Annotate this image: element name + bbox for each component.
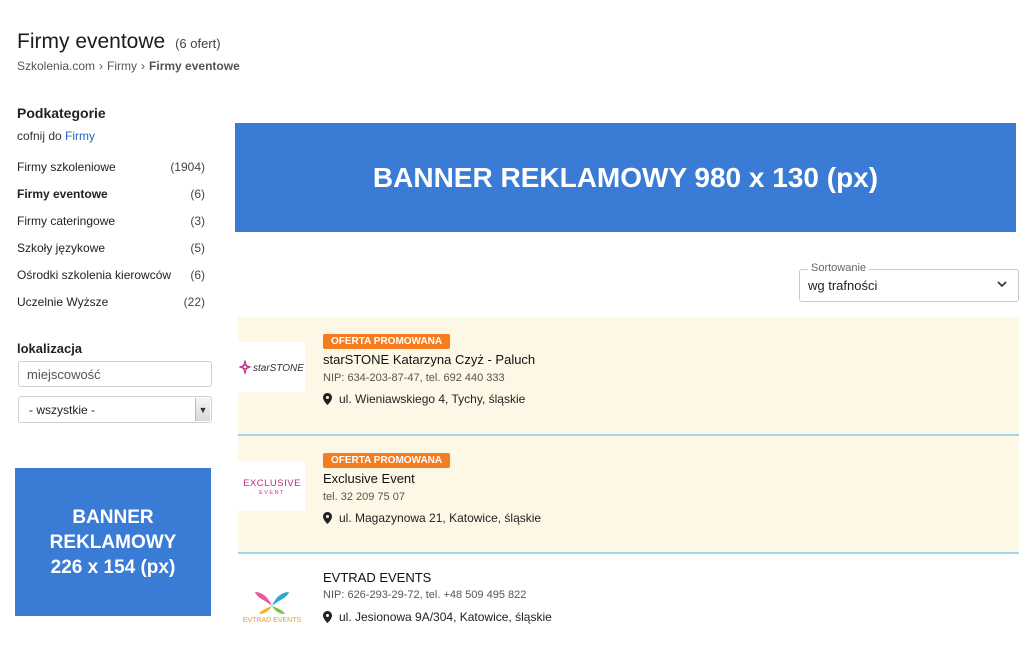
promoted-badge: OFERTA PROMOWANA	[323, 453, 451, 468]
subcategory-label: Szkoły językowe	[17, 241, 106, 255]
sort-value: wg trafności	[808, 278, 878, 293]
starstone-logo-icon: starSTONE	[238, 359, 304, 375]
back-link-row: cofnij do Firmy	[17, 129, 95, 143]
logo-subtext: EVENT	[259, 490, 285, 496]
side-banner-line: REKLAMOWY	[49, 531, 177, 553]
subcategory-item-firmy-cateringowe[interactable]: Firmy cateringowe (3)	[17, 208, 205, 235]
company-name[interactable]: starSTONE Katarzyna Czyż - Paluch	[323, 352, 535, 367]
company-logo[interactable]: starSTONE	[238, 342, 305, 392]
breadcrumb-home[interactable]: Szkolenia.com	[17, 59, 95, 73]
location-title: lokalizacja	[17, 341, 83, 356]
region-select[interactable]: - wszystkie - ▼	[18, 396, 212, 423]
company-contact: NIP: 634-203-87-47, tel. 692 440 333	[323, 372, 505, 384]
page-title: Firmy eventowe (6 ofert)	[17, 30, 221, 54]
evtrad-logo-icon: EVTRAD EVENTS	[242, 592, 301, 624]
offer-count: (6 ofert)	[175, 36, 221, 51]
exclusive-event-logo-icon: EXCLUSIVE EVENT	[243, 478, 301, 496]
subcategory-count: (3)	[190, 214, 205, 228]
company-logo[interactable]: EVTRAD EVENTS	[238, 582, 305, 626]
breadcrumb-separator: ›	[141, 59, 146, 73]
sort-select[interactable]: Sortowanie wg trafności	[799, 262, 1019, 302]
company-name[interactable]: EVTRAD EVENTS	[323, 570, 431, 585]
address-text: ul. Wieniawskiego 4, Tychy, śląskie	[339, 392, 526, 406]
listing-item[interactable]: EVTRAD EVENTS EVTRAD EVENTS NIP: 626-293…	[238, 554, 1019, 662]
logo-text: EXCLUSIVE	[243, 478, 301, 489]
select-arrow-icon[interactable]: ▼	[195, 398, 210, 421]
chevron-down-icon	[997, 281, 1007, 288]
subcategory-label: Firmy szkoleniowe	[17, 160, 116, 174]
company-address: ul. Jesionowa 9A/304, Katowice, śląskie	[323, 610, 552, 624]
company-logo[interactable]: EXCLUSIVE EVENT	[238, 461, 305, 511]
subcategory-item-osrodki-szkolenia[interactable]: Ośrodki szkolenia kierowców (6)	[17, 262, 205, 289]
subcategory-count: (6)	[190, 187, 205, 201]
listing-item[interactable]: starSTONE OFERTA PROMOWANA starSTONE Kat…	[238, 317, 1019, 436]
subcategory-item-uczelnie-wyzsze[interactable]: Uczelnie Wyższe (22)	[17, 289, 205, 316]
city-input[interactable]	[18, 361, 212, 387]
side-banner-line: BANNER	[72, 506, 154, 528]
company-name[interactable]: Exclusive Event	[323, 471, 415, 486]
subcategories-title: Podkategorie	[17, 105, 106, 121]
breadcrumb-firmy[interactable]: Firmy	[107, 59, 137, 73]
sort-label: Sortowanie	[808, 262, 870, 274]
subcategory-label: Firmy eventowe	[17, 187, 108, 201]
subcategory-list: Firmy szkoleniowe (1904) Firmy eventowe …	[17, 154, 205, 316]
subcategory-label: Firmy cateringowe	[17, 214, 116, 228]
side-banner-line: 226 x 154 (px)	[50, 556, 176, 578]
map-pin-icon	[323, 512, 332, 524]
listing-item[interactable]: EXCLUSIVE EVENT OFERTA PROMOWANA Exclusi…	[238, 436, 1019, 554]
page-title-text: Firmy eventowe	[17, 30, 166, 53]
subcategory-count: (6)	[190, 268, 205, 282]
map-pin-icon	[323, 611, 332, 623]
company-address: ul. Wieniawskiego 4, Tychy, śląskie	[323, 392, 525, 406]
breadcrumb: Szkolenia.com › Firmy › Firmy eventowe	[17, 59, 240, 73]
back-text: cofnij do	[17, 129, 62, 143]
subcategory-label: Ośrodki szkolenia kierowców	[17, 268, 172, 282]
subcategory-item-szkoly-jezykowe[interactable]: Szkoły językowe (5)	[17, 235, 205, 262]
subcategory-item-firmy-szkoleniowe[interactable]: Firmy szkoleniowe (1904)	[17, 154, 205, 181]
back-link-firmy[interactable]: Firmy	[65, 129, 95, 143]
breadcrumb-current: Firmy eventowe	[149, 59, 240, 73]
company-contact: NIP: 626-293-29-72, tel. +48 509 495 822	[323, 589, 527, 601]
top-ad-banner[interactable]: BANNER REKLAMOWY 980 x 130 (px)	[235, 123, 1016, 232]
subcategory-count: (5)	[190, 241, 205, 255]
map-pin-icon	[323, 393, 332, 405]
company-contact: tel. 32 209 75 07	[323, 491, 405, 503]
subcategory-label: Uczelnie Wyższe	[17, 295, 109, 309]
region-select-value: - wszystkie -	[29, 403, 95, 417]
side-ad-banner[interactable]: BANNER REKLAMOWY 226 x 154 (px)	[15, 468, 211, 616]
logo-text: EVTRAD EVENTS	[242, 617, 301, 624]
subcategory-item-firmy-eventowe[interactable]: Firmy eventowe (6)	[17, 181, 205, 208]
promoted-badge: OFERTA PROMOWANA	[323, 334, 451, 349]
subcategory-count: (1904)	[170, 160, 205, 174]
company-address: ul. Magazynowa 21, Katowice, śląskie	[323, 511, 541, 525]
address-text: ul. Jesionowa 9A/304, Katowice, śląskie	[339, 610, 552, 624]
subcategory-count: (22)	[183, 295, 205, 309]
logo-text: starSTONE	[253, 363, 304, 374]
breadcrumb-separator: ›	[99, 59, 104, 73]
address-text: ul. Magazynowa 21, Katowice, śląskie	[339, 511, 542, 525]
